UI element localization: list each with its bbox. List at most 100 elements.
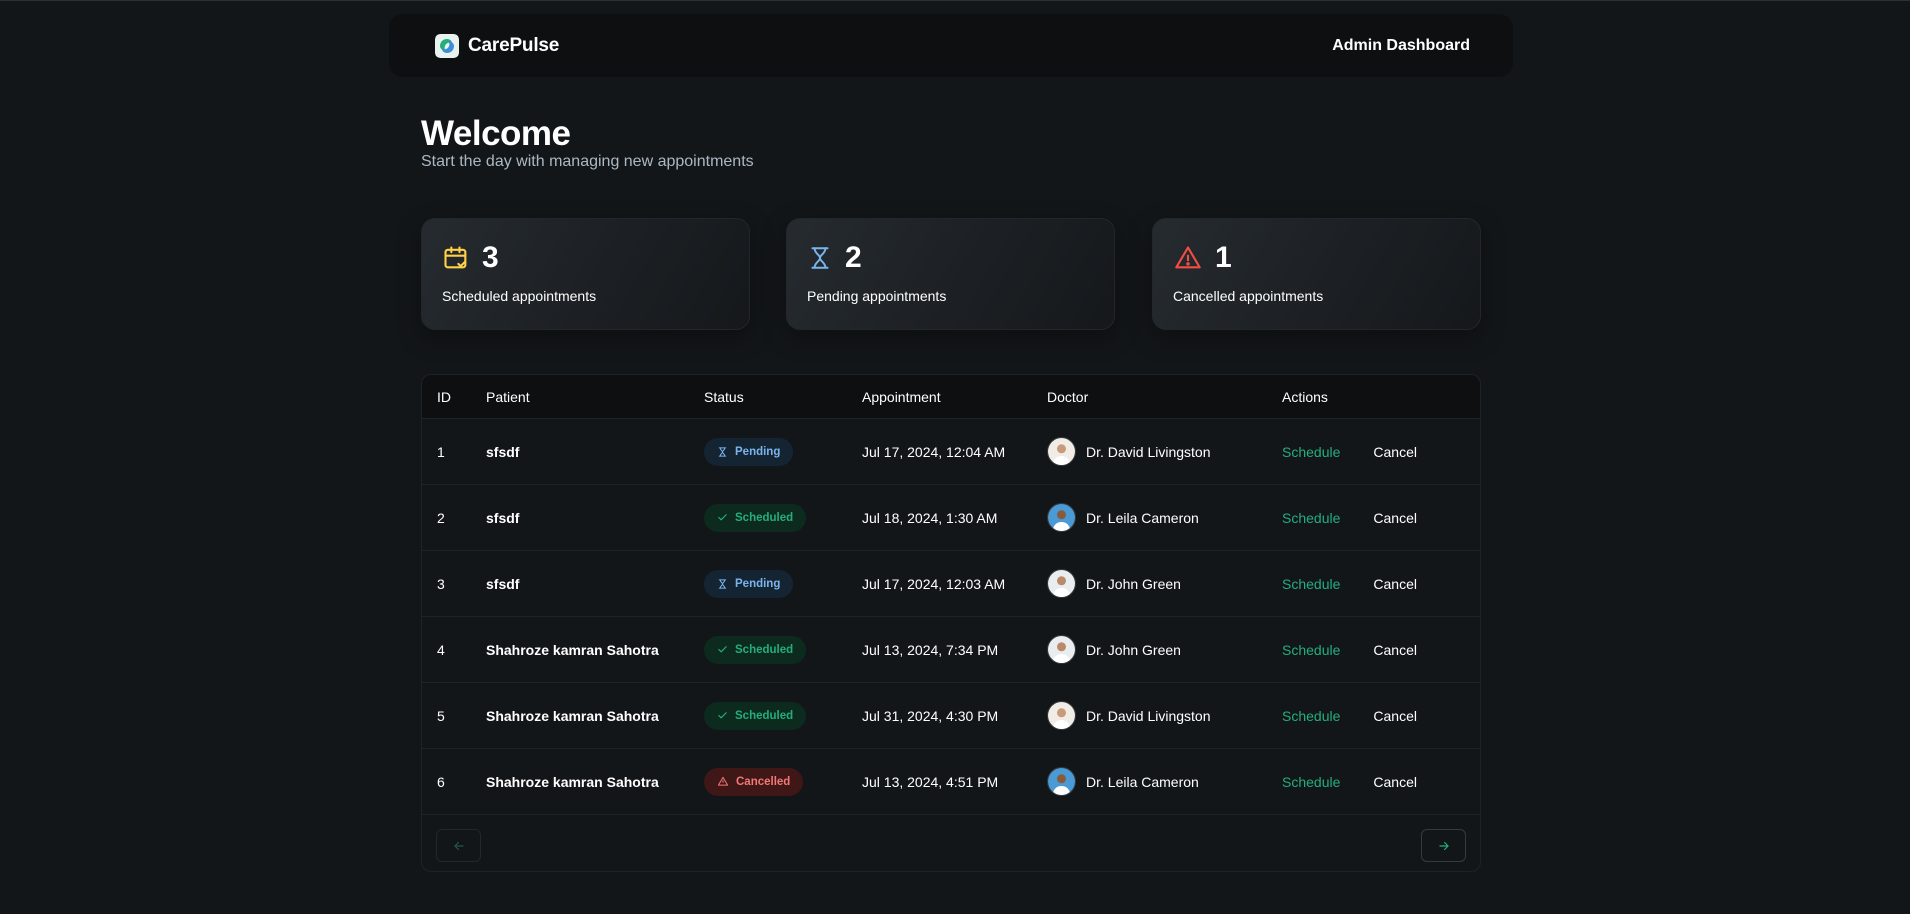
row-id: 1 <box>437 443 445 460</box>
column-header-patient: Patient <box>486 388 530 405</box>
row-id: 5 <box>437 707 445 724</box>
status-text: Scheduled <box>735 643 794 656</box>
column-header-doctor: Doctor <box>1047 388 1089 405</box>
table-body: 1 sfsdf Pending Jul 17, 2024, 12:04 AM Dr. D… <box>422 419 1480 815</box>
schedule-button[interactable]: Schedule <box>1282 642 1340 658</box>
status-text: Pending <box>735 577 781 590</box>
doctor-cell: Dr. David Livingston <box>1047 701 1282 730</box>
previous-page-button[interactable] <box>436 829 481 862</box>
doctor-avatar <box>1047 503 1076 532</box>
schedule-button[interactable]: Schedule <box>1282 708 1340 724</box>
cancelled-label: Cancelled appointments <box>1173 288 1324 304</box>
page-subtitle: Start the day with managing new appointm… <box>421 153 754 170</box>
check-icon <box>718 646 727 653</box>
arrow-right-icon <box>1438 841 1449 850</box>
patient-name: Shahroze kamran Sahotra <box>486 707 659 724</box>
carepulse-logo-icon <box>435 33 459 58</box>
appointment-date: Jul 31, 2024, 4:30 PM <box>862 707 999 724</box>
status-badge: Pending <box>704 437 794 466</box>
table-row: 1 sfsdf Pending Jul 17, 2024, 12:04 AM Dr. D… <box>422 419 1480 485</box>
cancel-button[interactable]: Cancel <box>1373 510 1417 526</box>
check-icon <box>718 712 727 719</box>
doctor-cell: Dr. David Livingston <box>1047 437 1282 466</box>
hourglass-icon <box>718 578 727 589</box>
table-row: 6 Shahroze kamran Sahotra Cancelled Jul 13,… <box>422 749 1480 815</box>
patient-name: sfsdf <box>486 509 520 526</box>
status-badge: Cancelled <box>704 767 804 796</box>
status-cell: Scheduled <box>704 503 862 532</box>
patient-name: Shahroze kamran Sahotra <box>486 641 659 658</box>
doctor-avatar <box>1047 767 1076 796</box>
patient-name: sfsdf <box>486 443 520 460</box>
doctor-avatar <box>1047 437 1076 466</box>
admin-dashboard-label: Admin Dashboard <box>1332 36 1470 54</box>
doctor-name: Dr. John Green <box>1086 575 1181 592</box>
hourglass-icon <box>811 247 829 269</box>
scheduled-label: Scheduled appointments <box>442 288 597 304</box>
cancel-button[interactable]: Cancel <box>1373 444 1417 460</box>
cancel-button[interactable]: Cancel <box>1373 642 1417 658</box>
table-header: ID Patient Status Appointment Doctor Act… <box>422 375 1480 419</box>
stat-card-cancelled: 1 Cancelled appointments <box>1152 218 1481 330</box>
status-badge: Pending <box>704 569 794 598</box>
status-text: Cancelled <box>736 775 791 788</box>
appointment-date: Jul 17, 2024, 12:03 AM <box>862 575 1006 592</box>
arrow-left-icon <box>453 841 464 850</box>
appointment-date: Jul 17, 2024, 12:04 AM <box>862 443 1006 460</box>
doctor-cell: Dr. John Green <box>1047 569 1282 598</box>
schedule-button[interactable]: Schedule <box>1282 510 1340 526</box>
status-text: Scheduled <box>735 709 794 722</box>
actions-cell: Schedule Cancel <box>1282 774 1480 790</box>
appointment-date: Jul 18, 2024, 1:30 AM <box>862 509 998 526</box>
brand[interactable]: CarePulse <box>435 33 560 58</box>
actions-cell: Schedule Cancel <box>1282 642 1480 658</box>
doctor-avatar <box>1047 635 1076 664</box>
doctor-avatar <box>1047 701 1076 730</box>
cancel-button[interactable]: Cancel <box>1373 576 1417 592</box>
column-header-actions: Actions <box>1282 388 1328 405</box>
doctor-name: Dr. David Livingston <box>1086 443 1211 460</box>
appointments-table: ID Patient Status Appointment Doctor Act… <box>421 374 1481 872</box>
schedule-button[interactable]: Schedule <box>1282 774 1340 790</box>
brand-name: CarePulse <box>468 34 560 56</box>
cancel-button[interactable]: Cancel <box>1373 708 1417 724</box>
stat-card-scheduled: 3 Scheduled appointments <box>421 218 750 330</box>
welcome-section: Welcome Start the day with managing new … <box>421 113 754 171</box>
cancelled-count: 1 <box>1215 241 1232 274</box>
page-title: Welcome <box>421 114 571 153</box>
cancel-button[interactable]: Cancel <box>1373 774 1417 790</box>
pending-label: Pending appointments <box>807 288 947 304</box>
status-cell: Pending <box>704 569 862 598</box>
column-header-status: Status <box>704 388 744 405</box>
next-page-button[interactable] <box>1421 829 1466 862</box>
column-header-appointment: Appointment <box>862 388 941 405</box>
column-header-id: ID <box>437 388 451 405</box>
table-row: 2 sfsdf Scheduled Jul 18, 2024, 1:30 AM Dr. … <box>422 485 1480 551</box>
calendar-check-icon <box>444 246 467 269</box>
warning-triangle-icon <box>1175 246 1201 269</box>
check-icon <box>718 514 727 521</box>
doctor-name: Dr. David Livingston <box>1086 707 1211 724</box>
warning-triangle-icon <box>717 776 729 786</box>
top-header: CarePulse Admin Dashboard <box>389 14 1513 77</box>
actions-cell: Schedule Cancel <box>1282 444 1480 460</box>
schedule-button[interactable]: Schedule <box>1282 576 1340 592</box>
doctor-cell: Dr. Leila Cameron <box>1047 767 1282 796</box>
row-id: 4 <box>437 641 445 658</box>
status-text: Scheduled <box>735 511 794 524</box>
doctor-name: Dr. John Green <box>1086 641 1181 658</box>
stat-card-pending: 2 Pending appointments <box>786 218 1115 330</box>
patient-name: sfsdf <box>486 575 520 592</box>
appointment-date: Jul 13, 2024, 4:51 PM <box>862 773 999 790</box>
pagination <box>422 815 1480 871</box>
patient-name: Shahroze kamran Sahotra <box>486 773 659 790</box>
status-cell: Scheduled <box>704 635 862 664</box>
schedule-button[interactable]: Schedule <box>1282 444 1340 460</box>
row-id: 6 <box>437 773 445 790</box>
scheduled-count: 3 <box>482 241 499 274</box>
top-border <box>0 0 1910 1</box>
status-text: Pending <box>735 445 781 458</box>
doctor-avatar <box>1047 569 1076 598</box>
status-cell: Pending <box>704 437 862 466</box>
status-badge: Scheduled <box>704 701 807 730</box>
